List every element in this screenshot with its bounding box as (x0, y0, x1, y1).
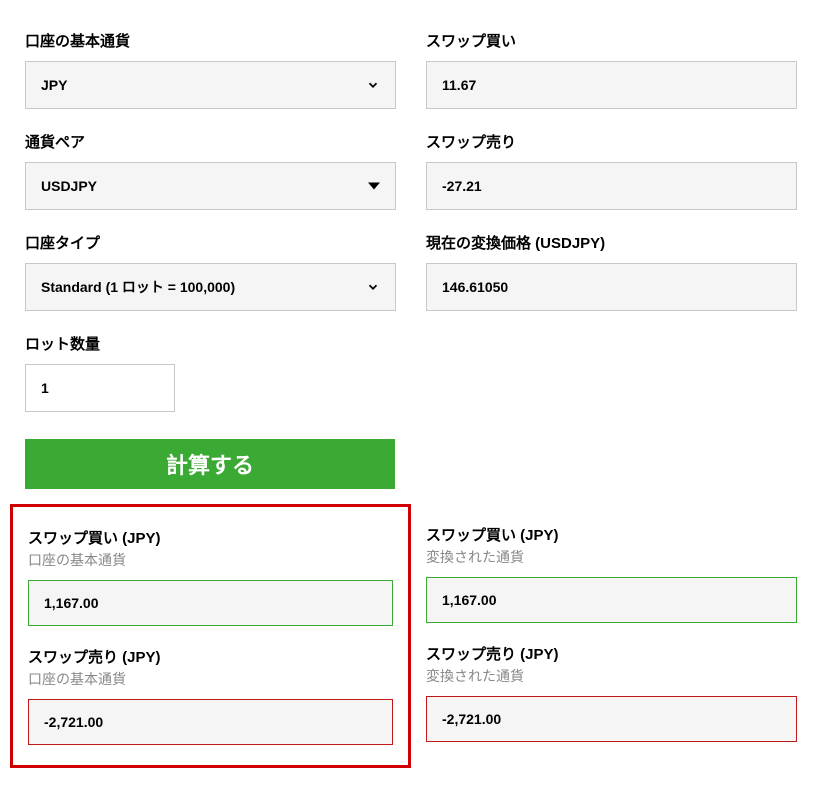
base-currency-select-input[interactable]: JPY (41, 77, 380, 93)
conversion-price-value-box: 146.61050 (426, 263, 797, 311)
result-swap-sell-right-title: スワップ売り (JPY) (426, 643, 797, 664)
swap-buy-value: 11.67 (442, 77, 476, 93)
account-type-select-input[interactable]: Standard (1 ロット = 100,000) (41, 279, 380, 295)
swap-sell-value-box: -27.21 (426, 162, 797, 210)
currency-pair-select[interactable]: USDJPY (25, 162, 396, 210)
highlighted-results-box: スワップ買い (JPY) 口座の基本通貨 1,167.00 スワップ売り (JP… (10, 504, 411, 768)
lot-quantity-input[interactable] (41, 380, 159, 396)
currency-pair-label: 通貨ペア (25, 131, 396, 152)
result-swap-sell-left-value: -2,721.00 (44, 714, 103, 730)
result-swap-sell-left-subtitle: 口座の基本通貨 (28, 669, 393, 689)
conversion-price-label: 現在の変換価格 (USDJPY) (426, 232, 797, 253)
result-swap-buy-left-value: 1,167.00 (44, 595, 99, 611)
lot-quantity-input-wrapper (25, 364, 175, 412)
account-type-label: 口座タイプ (25, 232, 396, 253)
swap-buy-value-box: 11.67 (426, 61, 797, 109)
calculate-button[interactable]: 計算する (25, 439, 395, 489)
result-swap-buy-right-subtitle: 変換された通貨 (426, 547, 797, 567)
result-swap-buy-right-value-box: 1,167.00 (426, 577, 797, 623)
account-type-select[interactable]: Standard (1 ロット = 100,000) (25, 263, 396, 311)
currency-pair-select-input[interactable]: USDJPY (41, 178, 380, 194)
swap-sell-value: -27.21 (442, 178, 482, 194)
result-swap-sell-right-subtitle: 変換された通貨 (426, 666, 797, 686)
result-swap-sell-right-value-box: -2,721.00 (426, 696, 797, 742)
lot-quantity-label: ロット数量 (25, 333, 396, 354)
result-swap-buy-right-value: 1,167.00 (442, 592, 497, 608)
conversion-price-value: 146.61050 (442, 279, 508, 295)
result-swap-buy-right-title: スワップ買い (JPY) (426, 524, 797, 545)
result-swap-sell-right-value: -2,721.00 (442, 711, 501, 727)
swap-buy-label: スワップ買い (426, 30, 797, 51)
result-swap-sell-left-title: スワップ売り (JPY) (28, 646, 393, 667)
swap-sell-label: スワップ売り (426, 131, 797, 152)
result-swap-buy-left-subtitle: 口座の基本通貨 (28, 550, 393, 570)
base-currency-select[interactable]: JPY (25, 61, 396, 109)
result-swap-sell-left-value-box: -2,721.00 (28, 699, 393, 745)
result-swap-buy-left-value-box: 1,167.00 (28, 580, 393, 626)
base-currency-label: 口座の基本通貨 (25, 30, 396, 51)
result-swap-buy-left-title: スワップ買い (JPY) (28, 527, 393, 548)
